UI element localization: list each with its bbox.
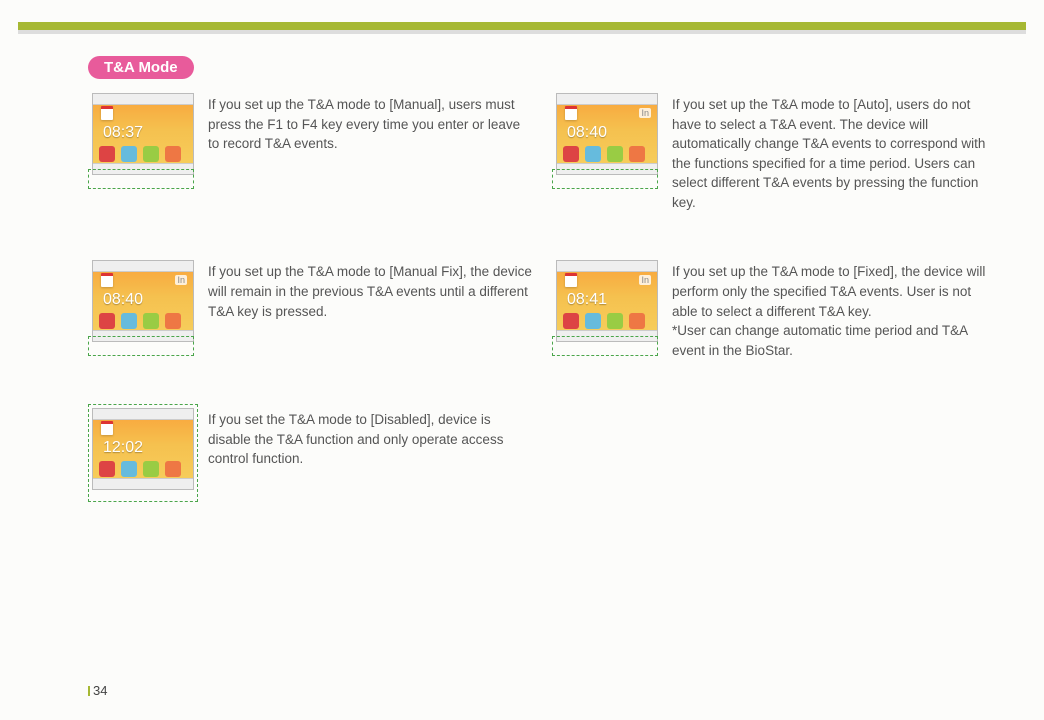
description: If you set up the T&A mode to [Manual Fi… (208, 260, 532, 360)
calendar-icon (101, 273, 113, 287)
top-divider (18, 30, 1026, 34)
mode-item-disabled: 12:02 If you set the T&A mode to [Disabl… (92, 408, 532, 490)
in-badge: In (175, 275, 187, 285)
mode-item-manual-fix: In 08:40 If you set up the T&A mode to [… (92, 260, 532, 360)
top-accent-bar (18, 22, 1026, 30)
page-number: 34 (88, 683, 107, 698)
in-badge: In (639, 275, 651, 285)
calendar-icon (101, 106, 113, 120)
device-screenshot: 12:02 (92, 408, 194, 490)
device-screenshot: 08:37 (92, 93, 194, 175)
row-2: In 08:40 If you set up the T&A mode to [… (92, 260, 1004, 360)
thumb-wrap: In 08:41 (556, 260, 658, 360)
device-screenshot: In 08:40 (556, 93, 658, 175)
row-1: 08:37 If you set up the T&A mode to [Man… (92, 93, 1004, 212)
clock-time: 08:41 (567, 291, 607, 309)
clock-time: 08:40 (567, 124, 607, 142)
clock-time: 08:37 (103, 124, 143, 142)
thumb-wrap: In 08:40 (92, 260, 194, 360)
device-screenshot: In 08:40 (92, 260, 194, 342)
app-icons (99, 313, 181, 329)
thumb-wrap: 08:37 (92, 93, 194, 212)
row-3: 12:02 If you set the T&A mode to [Disabl… (92, 408, 1004, 490)
mode-item-auto: In 08:40 If you set up the T&A mode to [… (556, 93, 996, 212)
mode-item-fixed: In 08:41 If you set up the T&A mode to [… (556, 260, 996, 360)
app-icons (99, 461, 181, 477)
app-icons (99, 146, 181, 162)
calendar-icon (101, 421, 113, 435)
calendar-icon (565, 106, 577, 120)
content-area: 08:37 If you set up the T&A mode to [Man… (92, 93, 1004, 490)
app-icons (563, 313, 645, 329)
description: If you set the T&A mode to [Disabled], d… (208, 408, 532, 490)
calendar-icon (565, 273, 577, 287)
description: If you set up the T&A mode to [Manual], … (208, 93, 532, 212)
thumb-wrap: In 08:40 (556, 93, 658, 212)
section-title: T&A Mode (88, 56, 194, 79)
app-icons (563, 146, 645, 162)
in-badge: In (639, 108, 651, 118)
clock-time: 08:40 (103, 291, 143, 309)
mode-item-manual: 08:37 If you set up the T&A mode to [Man… (92, 93, 532, 212)
description: If you set up the T&A mode to [Auto], us… (672, 93, 996, 212)
description: If you set up the T&A mode to [Fixed], t… (672, 260, 996, 360)
device-screenshot: In 08:41 (556, 260, 658, 342)
thumb-wrap: 12:02 (92, 408, 194, 490)
clock-time: 12:02 (103, 439, 143, 457)
